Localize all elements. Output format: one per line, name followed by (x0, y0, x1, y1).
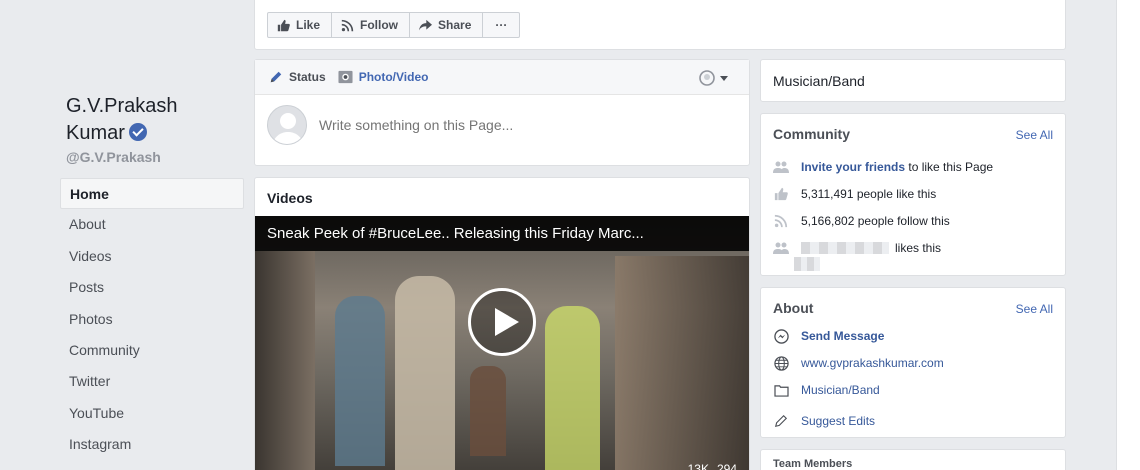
video-frame-region (395, 276, 455, 470)
tab-status[interactable]: Status (269, 70, 326, 84)
likes-count-text: 5,311,491 people like this (801, 187, 937, 201)
nav-item-twitter[interactable]: Twitter (60, 366, 244, 397)
suggest-edits-row: Suggest Edits (773, 413, 875, 429)
community-title: Community (773, 126, 850, 142)
post-composer: Status Photo/Video (254, 59, 750, 166)
nav-item-youtube[interactable]: YouTube (60, 398, 244, 429)
messenger-icon (773, 328, 789, 344)
likes-row: 5,311,491 people like this (773, 186, 936, 202)
about-card: About See All Send Message www.gvprakash… (760, 287, 1066, 438)
tab-photo-label: Photo/Video (358, 70, 429, 84)
thumbs-up-icon (277, 19, 290, 31)
follows-row: 5,166,802 people follow this (773, 213, 950, 229)
friend-likes-text: likes this (895, 241, 942, 255)
video-player[interactable]: Sneak Peek of #BruceLee.. Releasing this… (255, 216, 749, 470)
audience-selector[interactable] (699, 70, 729, 86)
folder-icon (773, 384, 789, 397)
page-name-line2: Kumar (66, 122, 125, 144)
left-nav: Home About Videos Posts Photos Community… (60, 178, 244, 461)
video-title[interactable]: Sneak Peek of #BruceLee.. Releasing this… (255, 216, 749, 251)
avatar (267, 105, 307, 145)
play-button[interactable] (468, 288, 536, 356)
category-link[interactable]: Musician/Band (801, 383, 880, 397)
share-label: Share (438, 18, 472, 32)
user-outline-icon (699, 70, 715, 86)
tab-status-label: Status (289, 70, 326, 84)
follows-count-text: 5,166,802 people follow this (801, 214, 950, 228)
website-link[interactable]: www.gvprakashkumar.com (801, 356, 944, 370)
nav-item-videos[interactable]: Videos (60, 241, 244, 272)
camera-icon (338, 70, 353, 84)
verified-badge-icon (128, 123, 147, 141)
video-stats: 13K 294 (688, 462, 737, 470)
video-frame-region (470, 366, 506, 456)
video-frame-region (615, 256, 749, 470)
nav-item-posts[interactable]: Posts (60, 272, 244, 303)
thumbs-up-icon (774, 187, 788, 201)
pencil-icon (774, 414, 788, 428)
nav-item-about[interactable]: About (60, 209, 244, 240)
chevron-down-icon (720, 76, 728, 81)
right-sidebar-edge (1116, 0, 1140, 470)
follow-button[interactable]: Follow (331, 12, 411, 38)
more-button[interactable]: ··· (482, 12, 521, 38)
page-title: G.V.Prakash Kumar (66, 93, 178, 147)
like-button[interactable]: Like (267, 12, 333, 38)
follow-label: Follow (360, 18, 399, 32)
send-message-row: Send Message (773, 328, 884, 344)
friend-likes-row: likes this (773, 240, 941, 256)
globe-icon (773, 355, 789, 371)
like-label: Like (296, 18, 321, 32)
suggest-edits-link[interactable]: Suggest Edits (801, 414, 875, 428)
videos-section: Videos Sneak Peek of #BruceLee.. Releasi… (254, 177, 750, 470)
video-comments: 294 (716, 462, 737, 470)
website-row: www.gvprakashkumar.com (773, 355, 944, 371)
rss-icon (774, 214, 788, 228)
invite-friends-link[interactable]: Invite your friends (801, 160, 905, 174)
community-card: Community See All Invite your friends to… (760, 113, 1066, 276)
more-dots-icon: ··· (495, 18, 508, 32)
about-see-all-link[interactable]: See All (1016, 302, 1053, 316)
send-message-link[interactable]: Send Message (801, 329, 884, 343)
tab-photo-video[interactable]: Photo/Video (338, 70, 429, 84)
people-icon (773, 242, 789, 254)
pencil-icon (270, 71, 282, 83)
nav-item-instagram[interactable]: Instagram (60, 429, 244, 460)
blurred-friend-names (801, 242, 889, 254)
nav-item-community[interactable]: Community (60, 335, 244, 366)
share-button[interactable]: Share (409, 12, 484, 38)
invite-row: Invite your friends to like this Page (773, 159, 993, 175)
team-card: Team Members (760, 449, 1066, 470)
rss-icon (341, 19, 354, 31)
default-avatar-icon (272, 113, 304, 144)
nav-item-home[interactable]: Home (60, 178, 244, 210)
nav-item-photos[interactable]: Photos (60, 304, 244, 335)
people-icon (773, 161, 789, 173)
video-frame-region (255, 251, 315, 470)
video-frame-region (335, 296, 385, 466)
team-title: Team Members (773, 458, 853, 470)
share-arrow-icon (419, 19, 433, 30)
action-bar: Like Follow Share ··· (254, 0, 1066, 50)
videos-title[interactable]: Videos (255, 178, 749, 216)
community-see-all-link[interactable]: See All (1016, 128, 1053, 142)
video-likes: 13K (687, 462, 709, 470)
post-input[interactable] (319, 117, 719, 133)
category-card: Musician/Band (760, 59, 1066, 102)
page-name-line1: G.V.Prakash (66, 95, 178, 117)
blurred-friend-names (794, 257, 820, 271)
video-frame-region (545, 306, 600, 470)
category-row: Musician/Band (773, 382, 880, 398)
invite-rest-text: to like this Page (905, 160, 994, 174)
category-label: Musician/Band (773, 73, 865, 89)
page-handle[interactable]: @G.V.Prakash (66, 149, 161, 165)
about-title: About (773, 300, 814, 316)
